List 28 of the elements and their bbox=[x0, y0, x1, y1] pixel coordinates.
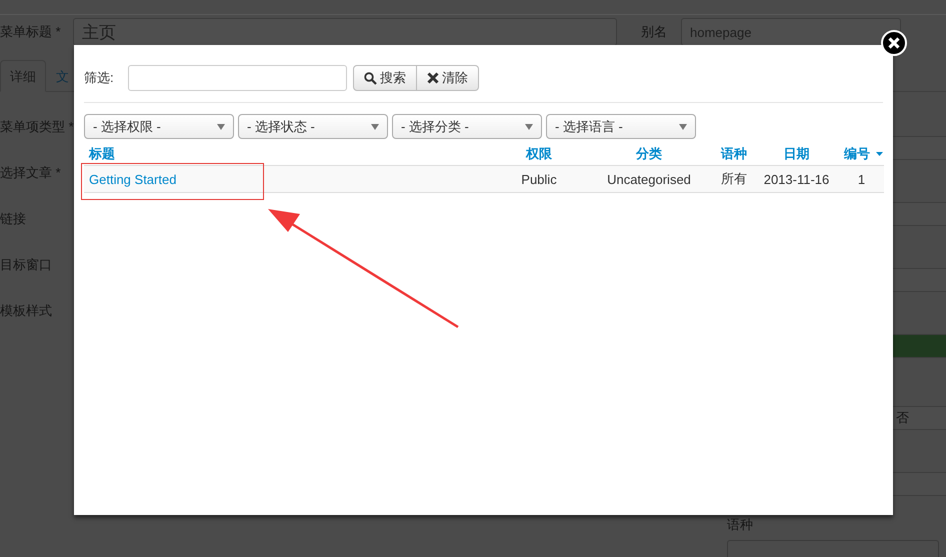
filter-select[interactable]: - 选择状态 - bbox=[238, 114, 388, 139]
column-header[interactable]: 编号 bbox=[844, 145, 870, 163]
table-cell: 所有 bbox=[721, 171, 747, 186]
filter-select[interactable]: - 选择语言 - bbox=[546, 114, 696, 139]
close-icon bbox=[427, 72, 439, 84]
column-header[interactable]: 分类 bbox=[636, 145, 662, 163]
filter-label: 筛选: bbox=[84, 69, 115, 87]
column-header[interactable]: 语种 bbox=[721, 145, 747, 163]
caret-icon bbox=[371, 124, 379, 130]
caret-icon bbox=[525, 124, 533, 130]
search-button[interactable]: 搜索 bbox=[353, 65, 417, 91]
table-cell: 2013-11-16 bbox=[764, 172, 830, 186]
clear-button[interactable]: 清除 bbox=[417, 65, 479, 91]
filter-select[interactable]: - 选择权限 - bbox=[84, 114, 234, 139]
column-header[interactable]: 标题 bbox=[89, 145, 115, 163]
column-header[interactable]: 日期 bbox=[784, 145, 810, 163]
sort-caret-icon bbox=[876, 152, 883, 156]
caret-icon bbox=[217, 124, 225, 130]
search-icon bbox=[364, 72, 377, 84]
table-cell: Uncategorised bbox=[607, 172, 691, 186]
close-icon[interactable] bbox=[881, 30, 907, 56]
caret-icon bbox=[679, 124, 687, 130]
column-header[interactable]: 权限 bbox=[526, 145, 552, 163]
filter-field[interactable] bbox=[128, 65, 347, 91]
table-cell: Public bbox=[521, 172, 557, 186]
article-link[interactable]: Getting Started bbox=[89, 172, 176, 186]
table-cell: 1 bbox=[858, 172, 866, 186]
filter-select[interactable]: - 选择分类 - bbox=[392, 114, 542, 139]
